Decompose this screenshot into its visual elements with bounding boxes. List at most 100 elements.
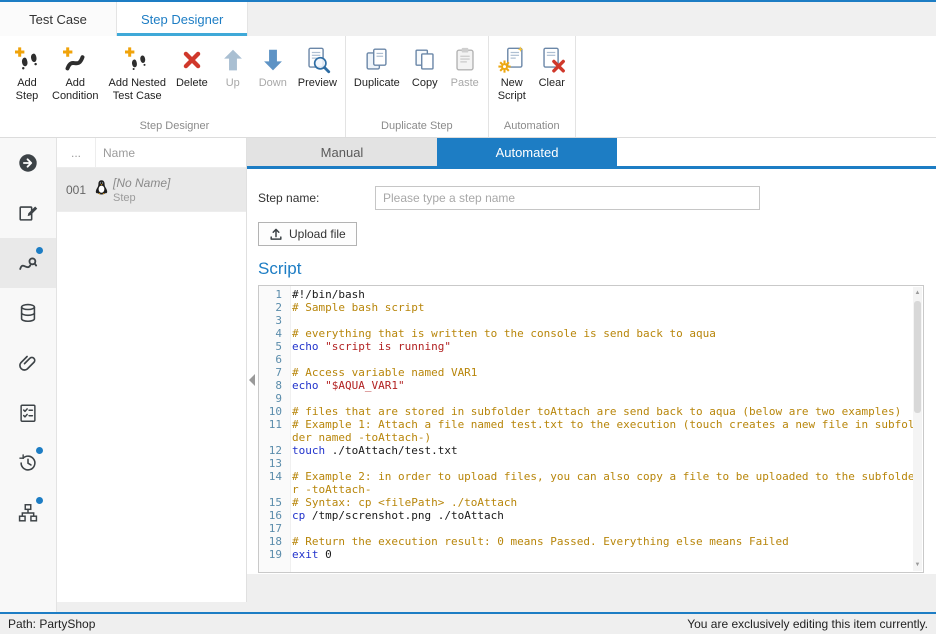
sidebar-item-data[interactable] [0,288,56,338]
step-name-input[interactable] [375,186,760,210]
notification-dot [36,497,43,504]
add-step-icon [12,44,42,76]
code-token: /tmp/screnshot.png ./toAttach [305,509,504,522]
script-lines: 1#!/bin/bash2# Sample bash script34# eve… [259,286,923,561]
sidebar-item-history[interactable] [0,438,56,488]
code-line: 11# Example 1: Attach a file named test.… [259,418,923,444]
upload-file-label: Upload file [289,227,346,241]
copy-button[interactable]: Copy [405,41,445,93]
code-line: 7# Access variable named VAR1 [259,366,923,379]
tab-label: Test Case [29,12,87,27]
upload-file-button[interactable]: Upload file [258,222,357,246]
button-label: Clear [539,77,565,90]
scroll-down-arrow[interactable]: ▼ [913,560,922,570]
up-button[interactable]: Up [213,41,253,93]
ribbon-group-duplicate-step: Duplicate Copy Paste Duplicate Step [346,36,489,137]
script-editor[interactable]: 1#!/bin/bash2# Sample bash script34# eve… [258,285,924,573]
clear-icon [537,44,567,76]
ribbon-group-title: Duplicate Step [349,117,485,137]
add-nested-test-case-button[interactable]: Add NestedTest Case [103,41,170,106]
code-token: ./toAttach/test.txt [325,444,457,457]
button-label: Down [259,77,287,90]
new-script-icon [497,44,527,76]
line-text: # Return the execution result: 0 means P… [292,535,919,548]
sidebar-item-overview[interactable] [0,138,56,188]
history-clock-icon [17,452,39,474]
code-line: 17 [259,522,923,535]
lasso-steps-icon [17,252,39,274]
sidebar-item-checklist[interactable] [0,388,56,438]
add-step-button[interactable]: AddStep [7,41,47,106]
button-label: Add NestedTest Case [108,77,165,103]
ribbon-group-title: Automation [492,117,572,137]
add-condition-button[interactable]: AddCondition [47,41,103,106]
column-header-dots[interactable]: ... [57,138,95,167]
code-line: 9 [259,392,923,405]
ribbon: AddStep AddCondition Add NestedTest Case [0,36,936,138]
line-number: 13 [259,457,289,470]
sidebar-item-step-designer[interactable] [0,238,56,288]
ribbon-tab-step-designer[interactable]: Step Designer [117,2,248,36]
line-text [292,353,919,366]
upload-icon [269,227,283,241]
tab-label: Step Designer [141,12,223,27]
tab-manual[interactable]: Manual [247,138,437,166]
code-line: 5echo "script is running" [259,340,923,353]
sidebar-item-dependencies[interactable] [0,488,56,538]
preview-button[interactable]: Preview [293,41,342,93]
line-text: touch ./toAttach/test.txt [292,444,919,457]
ribbon-tab-test-case[interactable]: Test Case [0,2,117,36]
up-arrow-icon [218,44,248,76]
duplicate-button[interactable]: Duplicate [349,41,405,93]
scrollbar-thumb[interactable] [914,301,921,413]
new-script-button[interactable]: NewScript [492,41,532,106]
status-editing-notice: You are exclusively editing this item cu… [687,617,928,631]
line-number: 8 [259,379,289,392]
line-number: 2 [259,301,289,314]
sidebar-item-attachments[interactable] [0,338,56,388]
editor-scrollbar[interactable]: ▲ ▼ [913,287,922,571]
down-button[interactable]: Down [253,41,293,93]
line-text: # everything that is written to the cons… [292,327,919,340]
duplicate-icon [362,44,392,76]
column-header-name[interactable]: Name [95,138,246,167]
clear-button[interactable]: Clear [532,41,572,93]
step-list-header: ... Name [57,138,246,168]
code-line: 8echo "$AQUA_VAR1" [259,379,923,392]
code-token: "$AQUA_VAR1" [325,379,404,392]
line-number: 7 [259,366,289,379]
button-label: Copy [412,77,438,90]
line-number: 10 [259,405,289,418]
line-number: 15 [259,496,289,509]
line-number: 5 [259,340,289,353]
sidebar [0,138,57,614]
code-line: 10# files that are stored in subfolder t… [259,405,923,418]
sidebar-item-edit[interactable] [0,188,56,238]
line-text [292,314,919,327]
line-text: #!/bin/bash [292,288,919,301]
collapse-panel-handle[interactable] [249,374,255,386]
delete-icon [177,44,207,76]
button-label: NewScript [498,77,526,103]
button-label: Paste [451,77,479,90]
code-line: 12touch ./toAttach/test.txt [259,444,923,457]
circle-arrow-icon [17,152,39,174]
code-token: touch [292,444,325,457]
down-arrow-icon [258,44,288,76]
paste-button[interactable]: Paste [445,41,485,93]
step-row[interactable]: 001 [No Name] Step [57,168,246,212]
scroll-up-arrow[interactable]: ▲ [913,288,922,298]
delete-button[interactable]: Delete [171,41,213,93]
line-number: 19 [259,548,289,561]
copy-icon [410,44,440,76]
step-id: 001 [57,183,95,197]
tab-automated[interactable]: Automated [437,138,617,166]
code-token: # Sample bash script [292,301,424,314]
statusbar: Path: PartyShop You are exclusively edit… [0,614,936,634]
content-tabs: Manual Automated [247,138,936,166]
step-list-panel: ... Name 001 [No Name] Step [57,138,247,602]
line-number: 9 [259,392,289,405]
code-line: 14# Example 2: in order to upload files,… [259,470,923,496]
code-line: 13 [259,457,923,470]
notification-dot [36,247,43,254]
